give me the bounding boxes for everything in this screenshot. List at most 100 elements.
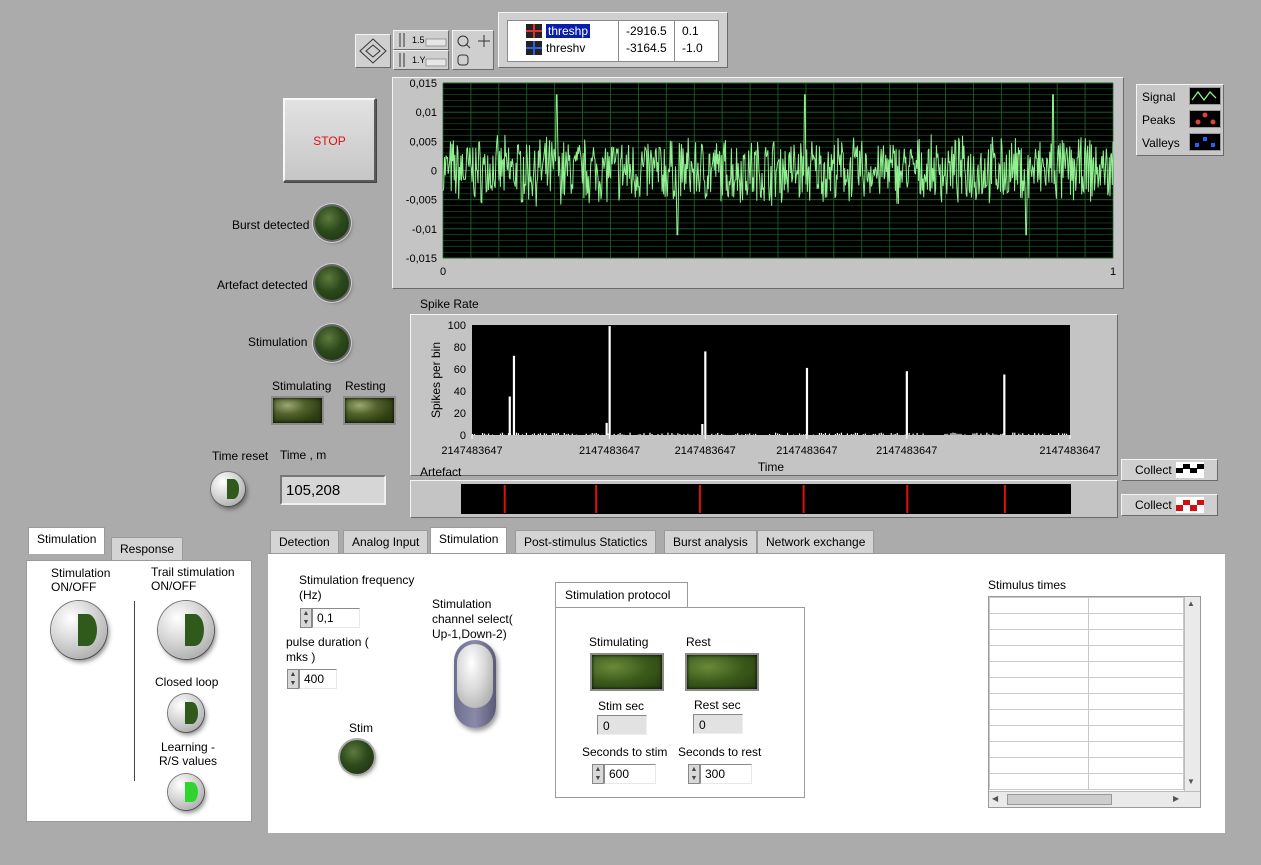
stimulating-label: Stimulating — [272, 379, 332, 393]
table-cell[interactable] — [989, 597, 1089, 614]
table-row[interactable] — [989, 693, 1184, 710]
noise-bar — [565, 434, 567, 435]
stimulus-times-table[interactable]: ▲ ▼ ◀ ▶ — [988, 596, 1201, 808]
valleys-marker-icon[interactable] — [1189, 133, 1221, 151]
noise-bar — [589, 434, 591, 435]
table-cell[interactable] — [1087, 677, 1184, 694]
tab-post-stimulus-statictics[interactable]: Post-stimulus Statictics — [515, 530, 657, 554]
trail-stimulation-toggle[interactable] — [158, 601, 214, 659]
table-cell[interactable] — [1087, 741, 1184, 758]
noise-bar — [1038, 433, 1040, 435]
table-row[interactable] — [989, 741, 1184, 758]
artefact-plot[interactable] — [460, 484, 1072, 514]
table-row[interactable] — [989, 629, 1184, 646]
table-cell[interactable] — [989, 645, 1089, 662]
cursor-row[interactable]: threshp -2916.5 0.1 — [512, 24, 718, 40]
channel-select-switch[interactable] — [454, 640, 496, 728]
table-cell[interactable] — [1087, 725, 1184, 742]
noise-bar — [1014, 432, 1016, 435]
signal-plot[interactable]: 0,0150,010,0050-0,005-0,01-0,0150 1 — [395, 78, 1121, 286]
table-row[interactable] — [989, 757, 1184, 774]
table-cell[interactable] — [989, 757, 1089, 774]
table-row[interactable] — [989, 709, 1184, 726]
scroll-thumb[interactable] — [1007, 794, 1112, 805]
table-row[interactable] — [989, 677, 1184, 694]
cursor-red-icon — [526, 24, 542, 38]
noise-bar — [501, 432, 504, 435]
scroll-up-arrow[interactable]: ▲ — [1187, 599, 1195, 608]
table-row[interactable] — [989, 661, 1184, 678]
tab-network-exchange[interactable]: Network exchange — [757, 530, 875, 554]
noise-bar — [591, 433, 593, 435]
secs-to-stim-input[interactable]: 600 — [604, 764, 656, 784]
noise-bar — [515, 432, 518, 435]
secs-to-rest-input[interactable]: 300 — [700, 764, 752, 784]
learning-toggle[interactable] — [168, 774, 204, 810]
table-row[interactable] — [989, 597, 1184, 614]
peaks-marker-icon[interactable] — [1189, 110, 1221, 128]
table-cell[interactable] — [989, 773, 1089, 790]
pulse-spinner[interactable]: ▲ ▼ — [287, 669, 299, 689]
time-reset-button[interactable] — [211, 472, 245, 506]
table-cell[interactable] — [989, 741, 1089, 758]
signal-line-icon[interactable] — [1189, 87, 1221, 105]
collect-button-1[interactable]: Collect — [1121, 459, 1218, 481]
table-row[interactable] — [989, 725, 1184, 742]
table-cell[interactable] — [1087, 757, 1184, 774]
scroll-right-arrow[interactable]: ▶ — [1173, 794, 1179, 803]
crosshair-icon[interactable] — [478, 35, 490, 47]
freq-spinner[interactable]: ▲ ▼ — [300, 608, 312, 628]
tab-analog-input[interactable]: Analog Input — [343, 530, 429, 554]
pan-cursor-icon[interactable] — [356, 35, 390, 67]
table-cell[interactable] — [989, 661, 1089, 678]
noise-bar — [553, 432, 555, 435]
spike-rate-plot[interactable]: 100 80 60 40 20 0 2147483647 2147483647 21474836… — [412, 315, 1116, 475]
table-cell[interactable] — [989, 677, 1089, 694]
noise-bar — [878, 433, 880, 435]
vertical-scrollbar[interactable]: ▲ ▼ — [1184, 597, 1200, 791]
y-tick-label: 20 — [454, 408, 466, 420]
table-cell[interactable] — [1087, 629, 1184, 646]
table-cell[interactable] — [989, 613, 1089, 630]
table-cell[interactable] — [1087, 613, 1184, 630]
pulse-duration-input[interactable]: 400 — [299, 669, 337, 689]
tab-burst-analysis[interactable]: Burst analysis — [664, 530, 757, 554]
scale-x-control[interactable]: 1.5 — [393, 30, 449, 50]
secs-to-rest-spinner[interactable]: ▲ ▼ — [688, 764, 700, 784]
table-cell[interactable] — [989, 725, 1089, 742]
tab-left-stimulation[interactable]: Stimulation — [28, 527, 106, 554]
stim-frequency-input[interactable]: 0,1 — [312, 608, 360, 628]
tab-detection[interactable]: Detection — [270, 530, 339, 554]
hand-icon[interactable] — [457, 54, 469, 66]
table-cell[interactable] — [989, 629, 1089, 646]
table-row[interactable] — [989, 645, 1184, 662]
proto-stimulating-label: Stimulating — [589, 635, 649, 649]
table-row[interactable] — [989, 773, 1184, 790]
tab-left-response[interactable]: Response — [111, 537, 184, 561]
zoom-icon[interactable] — [457, 35, 471, 49]
collect-button-2[interactable]: Collect — [1121, 494, 1218, 516]
stop-button[interactable]: STOP — [283, 98, 376, 182]
table-cell[interactable] — [1087, 661, 1184, 678]
secs-to-stim-spinner[interactable]: ▲ ▼ — [592, 764, 604, 784]
horizontal-scrollbar[interactable]: ◀ ▶ — [989, 791, 1200, 807]
time-display: 105,208 — [280, 475, 386, 505]
table-row[interactable] — [989, 613, 1184, 630]
cursor-row[interactable]: threshv -3164.5 -1.0 — [512, 41, 718, 57]
table-cell[interactable] — [1087, 597, 1184, 614]
table-cell[interactable] — [1087, 693, 1184, 710]
table-cell[interactable] — [989, 709, 1089, 726]
table-cell[interactable] — [1087, 709, 1184, 726]
scale-y-control[interactable]: 1.Y — [393, 50, 449, 70]
closed-loop-toggle[interactable] — [168, 694, 204, 732]
table-cell[interactable] — [1087, 773, 1184, 790]
noise-bar — [824, 432, 827, 435]
table-cell[interactable] — [1087, 645, 1184, 662]
tab-stimulation[interactable]: Stimulation — [430, 527, 508, 554]
stimulation-onoff-toggle[interactable] — [51, 601, 107, 659]
trail-stim-label: Trail stimulation ON/OFF — [151, 565, 235, 593]
scroll-down-arrow[interactable]: ▼ — [1187, 777, 1195, 786]
table-cell[interactable] — [989, 693, 1089, 710]
noise-bar — [585, 433, 587, 435]
scroll-left-arrow[interactable]: ◀ — [992, 794, 998, 803]
